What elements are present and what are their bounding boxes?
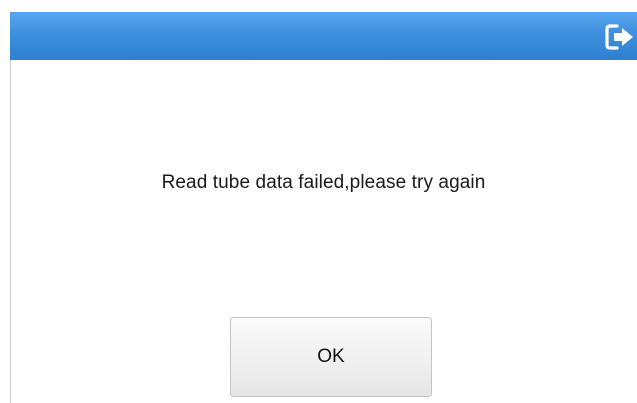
ok-button[interactable]: OK <box>230 317 432 397</box>
error-dialog: Read tube data failed,please try again O… <box>0 0 637 403</box>
exit-button[interactable] <box>603 22 637 52</box>
error-message: Read tube data failed,please try again <box>161 172 486 193</box>
ok-button-label: OK <box>317 346 345 367</box>
exit-icon <box>603 22 637 52</box>
dialog-left-border <box>10 60 11 403</box>
dialog-titlebar <box>10 12 637 60</box>
